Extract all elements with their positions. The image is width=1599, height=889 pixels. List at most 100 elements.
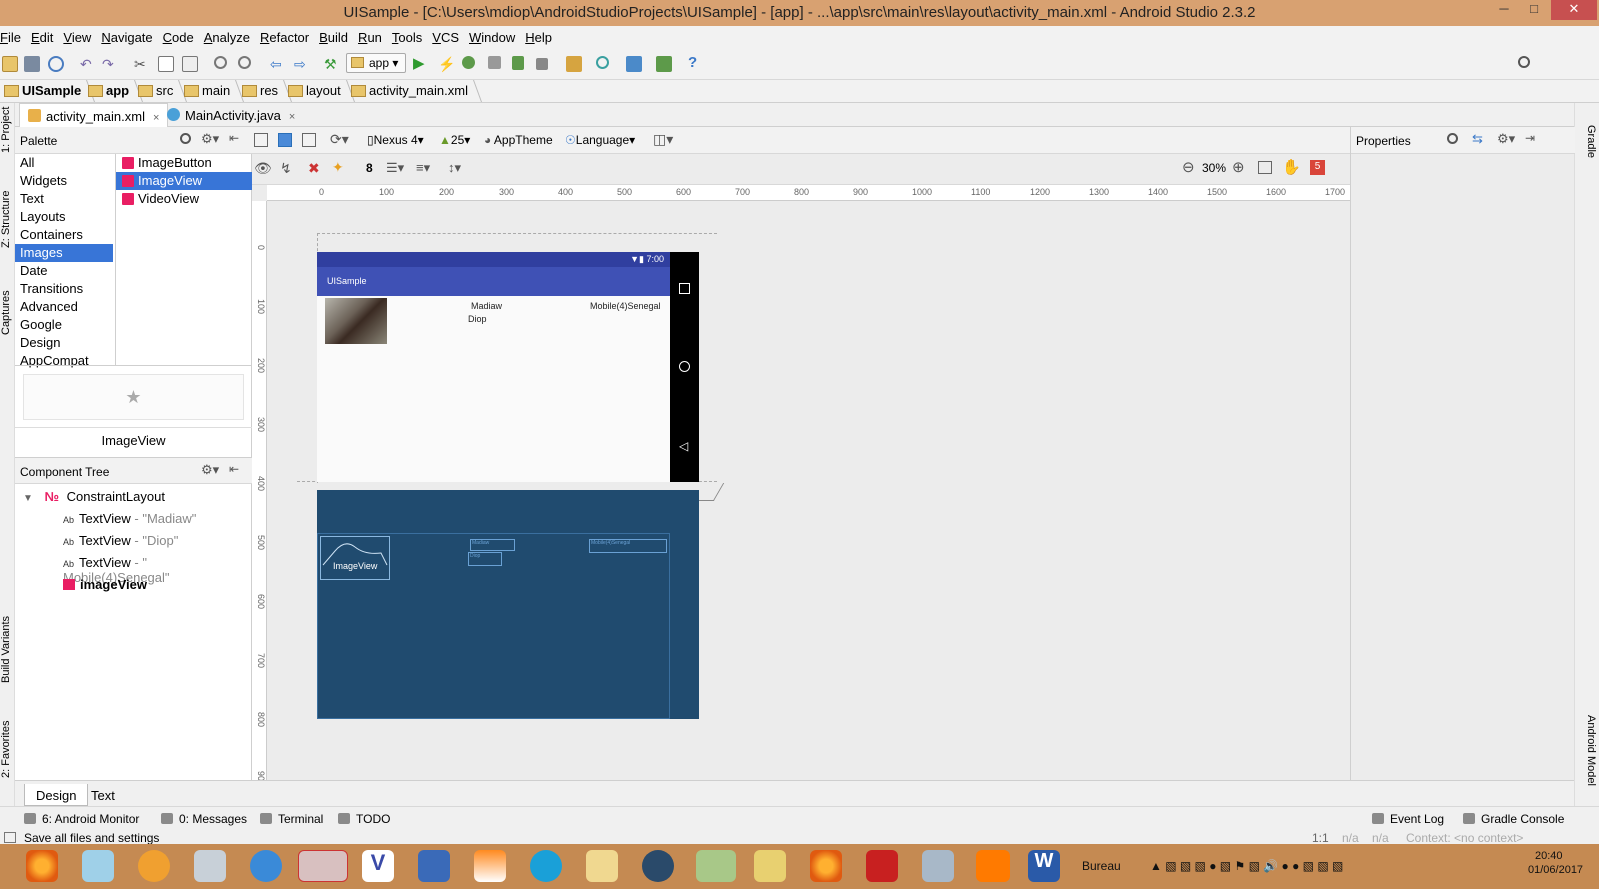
- visual-studio-code-icon[interactable]: V: [362, 850, 394, 882]
- gear-icon[interactable]: ⚙▾: [201, 462, 219, 478]
- tree-row-textview[interactable]: Ab TextView - "Madiaw": [15, 508, 252, 530]
- avd-manager-icon[interactable]: [596, 56, 609, 69]
- crumb-src[interactable]: src: [138, 83, 173, 98]
- gear-icon[interactable]: ⚙▾: [201, 131, 219, 147]
- tab-design[interactable]: Design: [24, 784, 89, 806]
- crumb-layout[interactable]: layout: [288, 83, 341, 98]
- favorites-tool-tab[interactable]: 2: Favorites: [0, 721, 12, 778]
- project-tool-tab[interactable]: 1: Project: [0, 107, 12, 153]
- sync-gradle-icon[interactable]: [566, 56, 582, 72]
- design-view-icon[interactable]: [254, 133, 268, 147]
- pan-icon[interactable]: ✋: [1282, 158, 1301, 176]
- tray-icons[interactable]: ▲ ▧ ▧ ▧ ● ▧ ⚑ ▧ 🔊 ● ● ▧ ▧ ▧: [1150, 859, 1343, 873]
- vlc-icon[interactable]: [474, 850, 506, 882]
- layout-variants-icon[interactable]: ◫▾: [653, 131, 673, 148]
- open-folder-icon[interactable]: [2, 56, 18, 72]
- clear-constraints-icon[interactable]: ✖: [308, 160, 320, 177]
- gear-icon[interactable]: ⚙▾: [1497, 131, 1515, 147]
- task-manager-icon[interactable]: [922, 850, 954, 882]
- line-separator[interactable]: n/a: [1342, 831, 1359, 844]
- app-icon[interactable]: [530, 850, 562, 882]
- redo-icon[interactable]: ↷: [102, 56, 118, 72]
- category-images[interactable]: Images: [15, 244, 113, 262]
- menu-navigate[interactable]: Navigate: [96, 26, 157, 45]
- infer-constraints-icon[interactable]: ✦: [332, 159, 344, 176]
- text-last-name[interactable]: Diop: [468, 314, 487, 324]
- hide-panel-icon[interactable]: ⇥: [1525, 131, 1535, 145]
- structure-tool-tab[interactable]: Z: Structure: [0, 191, 12, 248]
- replace-icon[interactable]: [238, 56, 251, 69]
- debug-icon[interactable]: [462, 56, 475, 69]
- maximize-button[interactable]: □: [1519, 0, 1549, 20]
- file-explorer-icon[interactable]: [82, 850, 114, 882]
- back-icon[interactable]: ⇦: [270, 56, 286, 72]
- expand-arrow-icon[interactable]: ▼: [23, 493, 33, 504]
- menu-window[interactable]: Window: [464, 26, 520, 45]
- blueprint-preview[interactable]: ImageView Madiaw Diop Mobile(4)Senegal: [317, 490, 699, 719]
- category-all[interactable]: All: [15, 154, 115, 172]
- tree-row-imageview[interactable]: imageView: [15, 574, 252, 596]
- profile-photo[interactable]: [325, 298, 387, 344]
- remote-desktop-icon[interactable]: [418, 850, 450, 882]
- menu-run[interactable]: Run: [353, 26, 387, 45]
- align-icon[interactable]: ≡▾: [416, 160, 430, 176]
- sdk-manager-icon[interactable]: [656, 56, 672, 72]
- blueprint-imageview[interactable]: ImageView: [320, 536, 390, 580]
- tree-row-textview[interactable]: Ab TextView - " Mobile(4)Senegal": [15, 552, 252, 585]
- category-transitions[interactable]: Transitions: [15, 280, 115, 298]
- run-icon[interactable]: ▶: [413, 54, 429, 72]
- crumb-app[interactable]: app: [88, 83, 129, 98]
- captures-tool-tab[interactable]: Captures: [0, 290, 12, 335]
- pack-icon[interactable]: ☰▾: [386, 160, 404, 176]
- theme-select[interactable]: ◕ AppTheme: [484, 133, 553, 147]
- instant-run-icon[interactable]: ⚡: [438, 56, 455, 72]
- category-text[interactable]: Text: [15, 190, 115, 208]
- api-select[interactable]: ▲25▾: [439, 133, 470, 147]
- sync-icon[interactable]: [48, 56, 64, 72]
- android-studio-icon[interactable]: [696, 850, 736, 882]
- search-icon[interactable]: [180, 133, 191, 144]
- resize-handle-icon[interactable]: [695, 483, 725, 501]
- gradle-tool-tab[interactable]: Gradle: [1585, 125, 1597, 158]
- warnings-badge[interactable]: 5: [1310, 160, 1325, 175]
- word-icon[interactable]: W: [1028, 850, 1060, 882]
- crumb-file[interactable]: activity_main.xml: [351, 83, 468, 98]
- tree-row-textview[interactable]: Ab TextView - "Diop": [15, 530, 252, 552]
- profile-icon[interactable]: [488, 56, 501, 69]
- run-config-select[interactable]: app ▾: [346, 53, 406, 73]
- palette-item-videoview[interactable]: VideoView: [116, 190, 252, 208]
- crumb-main[interactable]: main: [184, 83, 230, 98]
- menu-file[interactable]: File: [0, 26, 26, 45]
- tab-close-icon[interactable]: ×: [289, 111, 295, 123]
- crumb-res[interactable]: res: [242, 83, 278, 98]
- terminal-button[interactable]: Terminal: [260, 812, 323, 826]
- toggle-tool-windows-icon[interactable]: [4, 832, 16, 843]
- calculator-icon[interactable]: [194, 850, 226, 882]
- phone-preview[interactable]: ▼▮ 7:00 UISample Madiaw Diop Mobile(4)Se…: [317, 252, 699, 482]
- tree-row-constraintlayout[interactable]: ▼ № ConstraintLayout: [15, 486, 252, 508]
- menu-vcs[interactable]: VCS: [427, 26, 464, 45]
- language-select[interactable]: ☉Language▾: [565, 133, 635, 147]
- forward-icon[interactable]: ⇨: [294, 56, 310, 72]
- menu-analyze[interactable]: Analyze: [199, 26, 255, 45]
- text-first-name[interactable]: Madiaw: [471, 301, 502, 311]
- help-icon[interactable]: ?: [688, 54, 704, 71]
- paint-icon[interactable]: [298, 850, 348, 882]
- tab-text[interactable]: Text: [80, 784, 126, 806]
- clock-date[interactable]: 01/06/2017: [1528, 864, 1583, 876]
- tab-main-activity[interactable]: MainActivity.java ×: [159, 103, 303, 127]
- category-widgets[interactable]: Widgets: [15, 172, 115, 190]
- menu-refactor[interactable]: Refactor: [255, 26, 314, 45]
- event-log-button[interactable]: Event Log: [1372, 812, 1444, 826]
- tab-activity-main[interactable]: activity_main.xml ×: [19, 103, 169, 127]
- both-views-icon[interactable]: [302, 133, 316, 147]
- project-structure-icon[interactable]: [626, 56, 642, 72]
- category-date[interactable]: Date: [15, 262, 115, 280]
- close-button[interactable]: ✕: [1551, 0, 1597, 20]
- paste-icon[interactable]: [182, 56, 198, 72]
- blueprint-text-mobile[interactable]: Mobile(4)Senegal: [589, 539, 667, 553]
- gradle-console-button[interactable]: Gradle Console: [1463, 812, 1564, 826]
- hide-panel-icon[interactable]: ⇤: [229, 131, 239, 145]
- category-advanced[interactable]: Advanced: [15, 298, 115, 316]
- guidelines-icon[interactable]: ↕▾: [448, 160, 461, 176]
